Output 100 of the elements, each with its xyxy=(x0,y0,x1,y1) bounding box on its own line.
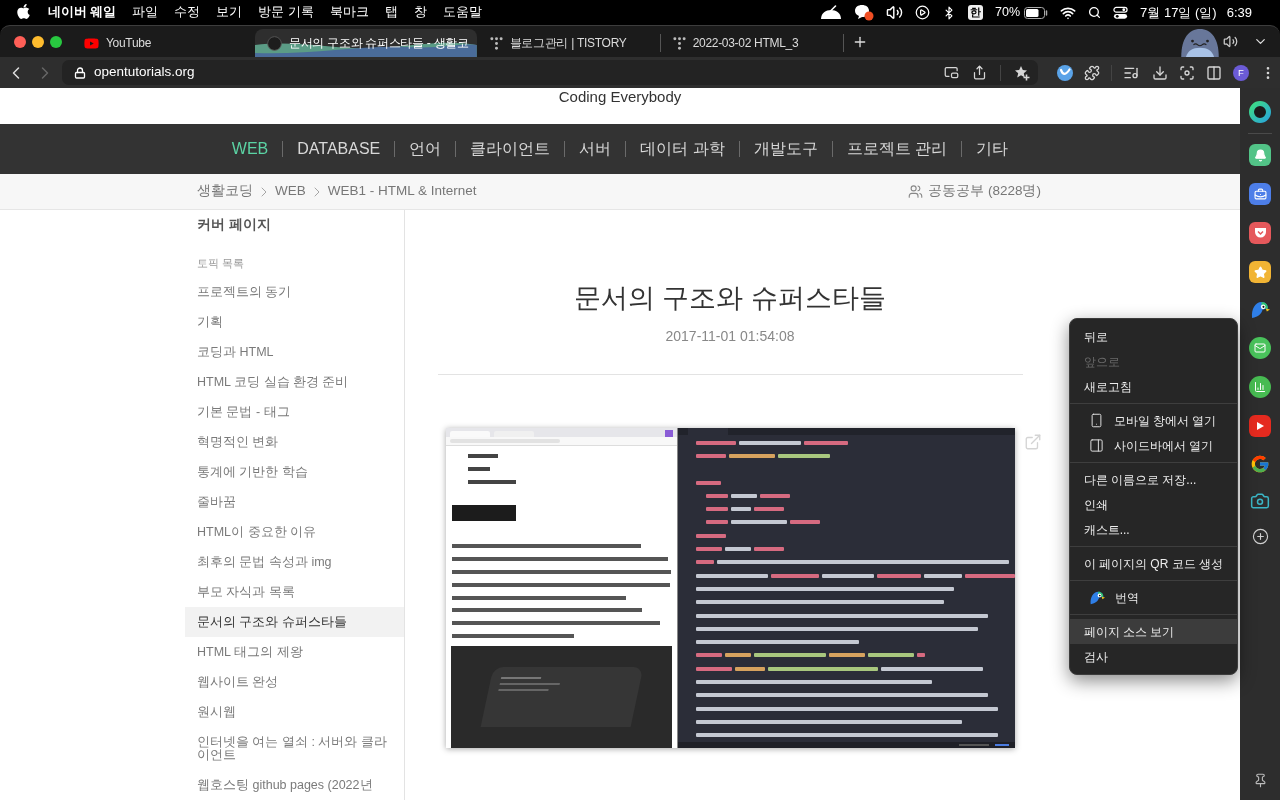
shield-icon[interactable] xyxy=(1249,222,1271,244)
search-icon[interactable] xyxy=(1088,6,1102,19)
nav-link[interactable]: 언어 xyxy=(395,137,456,161)
menu-item[interactable]: 창 xyxy=(413,6,427,19)
topic-link[interactable]: 최후의 문법 속성과 img xyxy=(185,547,404,577)
battery-icon[interactable] xyxy=(1024,6,1049,19)
context-menu-item[interactable]: 번역 xyxy=(1069,585,1237,610)
extensions-icon[interactable] xyxy=(1084,64,1100,81)
topic-link[interactable]: 문서의 구조와 슈퍼스타들 xyxy=(185,607,404,637)
topic-link[interactable]: HTML 코딩 실습 환경 준비 xyxy=(185,367,404,397)
context-menu-item[interactable]: 사이드바에서 열기 xyxy=(1069,433,1237,458)
share-icon[interactable] xyxy=(972,65,987,80)
topic-link[interactable]: 원시웹 xyxy=(185,697,404,727)
topic-link[interactable]: 기본 문법 - 태그 xyxy=(185,397,404,427)
menu-item[interactable]: 보기 xyxy=(216,6,243,19)
pin-icon[interactable] xyxy=(1252,773,1268,788)
browser-tab[interactable]: YouTube xyxy=(72,29,254,57)
parrot-icon[interactable] xyxy=(1250,300,1270,320)
chart-icon[interactable] xyxy=(1249,376,1271,398)
video-frame-drawing[interactable] xyxy=(446,428,1015,748)
camera-icon[interactable] xyxy=(1250,491,1270,511)
ring-icon[interactable] xyxy=(1249,101,1271,123)
nav-link[interactable]: 데이터 과학 xyxy=(626,137,739,161)
site-tagline: Coding Everybody xyxy=(558,88,682,107)
menu-item[interactable]: 탭 xyxy=(384,6,398,19)
play-icon[interactable] xyxy=(915,5,931,20)
control-center-icon[interactable] xyxy=(1113,5,1129,20)
add-icon[interactable] xyxy=(1251,528,1269,545)
parrot-icon xyxy=(1088,589,1105,606)
chat-badge-icon[interactable] xyxy=(854,4,875,21)
menu-bar-date[interactable]: 7월 17일 (일) xyxy=(1140,6,1217,19)
star-icon[interactable] xyxy=(1249,261,1271,283)
nav-link[interactable]: 기타 xyxy=(962,137,1023,161)
article-date: 2017-11-01 01:54:08 xyxy=(665,327,795,346)
nav-link[interactable]: DATABASE xyxy=(283,137,395,161)
context-menu-item[interactable]: 검사 xyxy=(1069,644,1237,669)
topic-link[interactable]: 부모 자식과 목록 xyxy=(185,577,404,607)
topic-link[interactable]: 인터넷을 여는 열쇠 : 서버와 클라이언트 xyxy=(185,727,404,770)
context-menu-item[interactable]: 새로고침 xyxy=(1069,374,1237,399)
nav-link[interactable]: WEB xyxy=(217,137,283,161)
topic-link[interactable]: 코딩과 HTML xyxy=(185,337,404,367)
context-menu-item[interactable]: 모바일 창에서 열기 xyxy=(1069,408,1237,433)
profile-avatar[interactable]: F xyxy=(1233,64,1249,81)
topic-link[interactable]: 통계에 기반한 학습 xyxy=(185,457,404,487)
picture-in-picture-icon[interactable] xyxy=(944,65,959,80)
topic-link[interactable]: 기획 xyxy=(185,307,404,337)
study-group-link[interactable]: 공동공부 (8228명) xyxy=(928,181,1041,202)
people-icon xyxy=(908,184,924,199)
topic-link[interactable]: 혁명적인 변화 xyxy=(185,427,404,457)
menu-bar-time[interactable]: 6:39 xyxy=(1226,6,1252,19)
mail-icon[interactable] xyxy=(1249,337,1271,359)
context-menu-item[interactable]: 인쇄 xyxy=(1069,492,1237,517)
menu-item[interactable]: 파일 xyxy=(132,6,159,19)
briefcase-icon[interactable] xyxy=(1249,183,1271,205)
close-window-button[interactable] xyxy=(14,35,26,48)
download-icon[interactable] xyxy=(1152,64,1168,81)
browser-tab[interactable]: 2022-03-02 HTML_3 xyxy=(660,29,843,57)
context-menu-item[interactable]: 캐스트... xyxy=(1069,517,1237,542)
g-logo-icon[interactable] xyxy=(1250,454,1270,474)
address-field[interactable]: opentutorials.org xyxy=(62,60,1038,85)
menu-item[interactable]: 방문 기록 xyxy=(258,6,314,19)
app-menu[interactable]: 네이버 웨일 xyxy=(48,6,117,19)
dots-logo-icon xyxy=(489,36,503,50)
breadcrumb-link[interactable]: 생활코딩 xyxy=(197,181,253,202)
volume-icon[interactable] xyxy=(886,4,904,21)
minimize-window-button[interactable] xyxy=(32,35,44,48)
capture-icon[interactable] xyxy=(1179,64,1195,81)
browser-tab[interactable]: 블로그관리 | TISTORY xyxy=(477,29,660,57)
logo-circle-icon[interactable] xyxy=(1057,64,1073,81)
menu-item[interactable]: 도움말 xyxy=(442,6,482,19)
menu-item[interactable]: 북마크 xyxy=(329,6,369,19)
bell-icon[interactable] xyxy=(1249,144,1271,166)
topic-link[interactable]: 웹호스팅 github pages (2022년 xyxy=(185,770,404,800)
topic-link[interactable]: HTML이 중요한 이유 xyxy=(185,517,404,547)
video-play-icon[interactable] xyxy=(1249,415,1271,437)
context-menu-item[interactable]: 이 페이지의 QR 코드 생성 xyxy=(1069,551,1237,576)
input-source-indicator[interactable]: 한 xyxy=(968,5,984,20)
phone-icon xyxy=(1088,413,1104,428)
dome-icon[interactable] xyxy=(820,5,843,20)
menu-item[interactable]: 수정 xyxy=(174,6,201,19)
context-menu-item[interactable]: 페이지 소스 보기 xyxy=(1069,619,1237,644)
topic-link[interactable]: 프로젝트의 동기 xyxy=(185,277,404,307)
topic-link[interactable]: HTML 태그의 제왕 xyxy=(185,637,404,667)
tab-audio-icon[interactable] xyxy=(1223,34,1238,49)
split-view-icon[interactable] xyxy=(1206,64,1222,81)
breadcrumb-link[interactable]: WEB xyxy=(275,181,306,202)
nav-link[interactable]: 서버 xyxy=(565,137,626,161)
topic-link[interactable]: 웹사이트 완성 xyxy=(185,667,404,697)
apple-menu-icon[interactable] xyxy=(16,3,31,20)
star-add-icon[interactable] xyxy=(1014,64,1030,81)
zoom-window-button[interactable] xyxy=(50,35,62,48)
topic-link[interactable]: 줄바꿈 xyxy=(185,487,404,517)
breadcrumb-link[interactable]: WEB1 - HTML & Internet xyxy=(327,181,477,202)
nav-link[interactable]: 프로젝트 관리 xyxy=(832,137,962,161)
browser-tab[interactable]: 문서의 구조와 슈퍼스타들 - 생활코 xyxy=(255,29,477,57)
cover-page-link[interactable]: 커버 페이지 xyxy=(185,210,404,241)
context-menu-item[interactable]: 다른 이름으로 저장... xyxy=(1069,467,1237,492)
nav-link[interactable]: 개발도구 xyxy=(739,137,832,161)
context-menu-item[interactable]: 뒤로 xyxy=(1069,324,1237,349)
nav-link[interactable]: 클라이언트 xyxy=(456,137,565,161)
